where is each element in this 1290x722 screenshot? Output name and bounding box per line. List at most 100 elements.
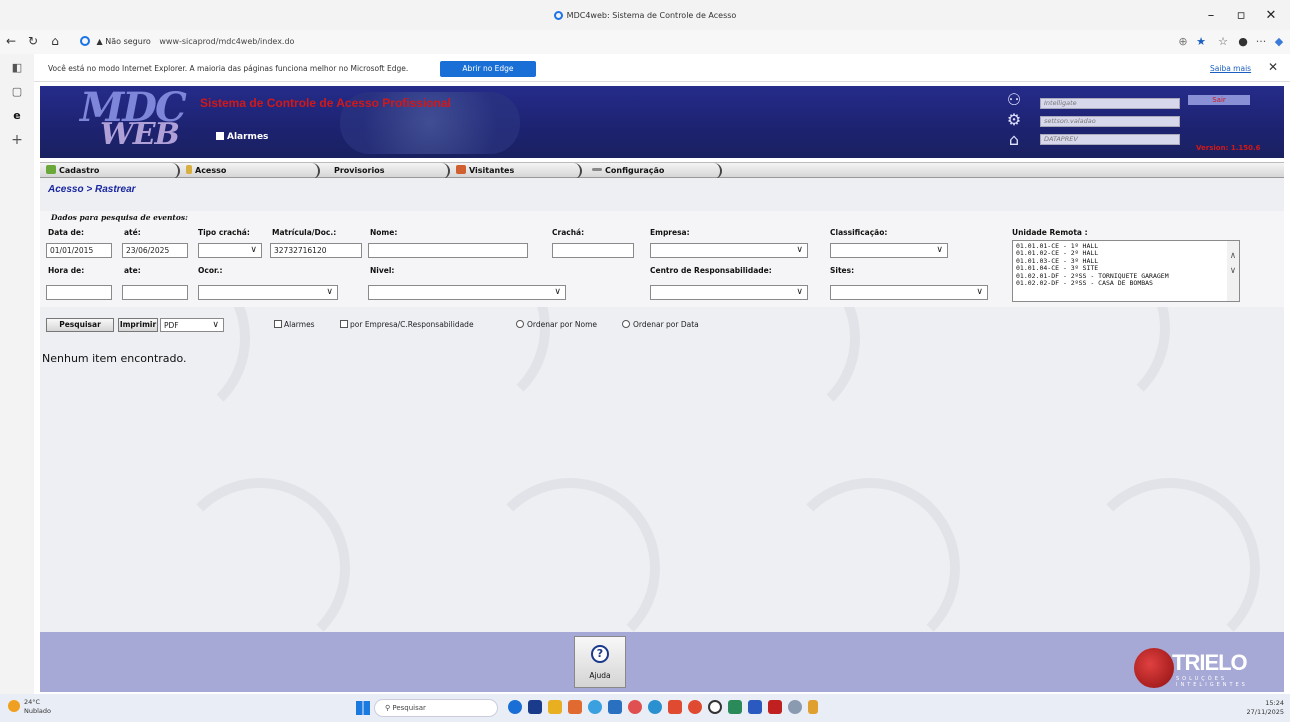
data-de-input[interactable]: 01/01/2015 bbox=[46, 243, 112, 258]
label-ate: até: bbox=[124, 228, 141, 237]
menu-configuracao[interactable]: Configuração bbox=[592, 165, 664, 177]
chevron-down-icon: ∨ bbox=[796, 287, 803, 297]
nivel-select[interactable]: ∨ bbox=[368, 285, 566, 300]
list-item[interactable]: 01.02.02-DF - 2ºSS - CASA DE BOMBAS bbox=[1016, 279, 1236, 287]
checkbox[interactable] bbox=[274, 320, 282, 328]
label-hora-de: Hora de: bbox=[48, 266, 85, 275]
pdf-taskbar-icon[interactable] bbox=[768, 700, 782, 714]
ordenar-nome-option[interactable]: Ordenar por Nome bbox=[516, 320, 597, 330]
ocor-select[interactable]: ∨ bbox=[198, 285, 338, 300]
tipo-cracha-select[interactable]: ∨ bbox=[198, 243, 262, 258]
menu-cadastro[interactable]: Cadastro bbox=[46, 165, 99, 177]
tab-icon[interactable]: ▢ bbox=[7, 82, 27, 102]
por-empresa-filter[interactable]: por Empresa/C.Responsabilidade bbox=[340, 320, 474, 330]
menu-separator bbox=[310, 163, 320, 179]
menu-separator bbox=[170, 163, 180, 179]
ordenar-data-option[interactable]: Ordenar por Data bbox=[622, 320, 699, 330]
centro-select[interactable]: ∨ bbox=[650, 285, 808, 300]
explorer-taskbar-icon[interactable] bbox=[548, 700, 562, 714]
ie-mode-icon bbox=[80, 36, 90, 46]
chevron-down-icon: ∨ bbox=[212, 320, 219, 330]
menu-acesso[interactable]: Acesso bbox=[186, 165, 226, 177]
alarmes-filter[interactable]: Alarmes bbox=[274, 320, 315, 330]
hora-ate-input[interactable] bbox=[122, 285, 188, 300]
radio[interactable] bbox=[516, 320, 524, 328]
back-icon[interactable]: ← bbox=[2, 32, 20, 50]
logout-button[interactable]: Sair bbox=[1188, 95, 1250, 105]
user-field-org: DATAPREV bbox=[1040, 134, 1180, 145]
store-taskbar-icon[interactable] bbox=[528, 700, 542, 714]
close-infobar-icon[interactable]: ✕ bbox=[1268, 60, 1278, 74]
app-taskbar-icon[interactable] bbox=[648, 700, 662, 714]
office-taskbar-icon[interactable] bbox=[668, 700, 682, 714]
home-icon[interactable]: ⌂ bbox=[46, 32, 64, 50]
settings-taskbar-icon[interactable] bbox=[788, 700, 802, 714]
label-sites: Sites: bbox=[830, 266, 855, 275]
chrome-taskbar-icon[interactable] bbox=[688, 700, 702, 714]
scroll-up-icon[interactable]: ∧ bbox=[1227, 251, 1239, 261]
favorites-icon[interactable]: ☆ bbox=[1214, 34, 1232, 50]
hora-de-input[interactable] bbox=[46, 285, 112, 300]
version-label: Version: 1.150.6 bbox=[1196, 144, 1261, 152]
app-header: MDC WEB Sistema de Controle de Acesso Pr… bbox=[40, 86, 1284, 158]
close-window-button[interactable]: ✕ bbox=[1256, 6, 1286, 26]
maximize-button[interactable]: ▫ bbox=[1226, 6, 1256, 26]
ate-input[interactable]: 23/06/2025 bbox=[122, 243, 188, 258]
alarmes-toggle[interactable]: Alarmes bbox=[216, 132, 268, 142]
weather-icon bbox=[8, 700, 20, 712]
learn-more-link[interactable]: Saiba mais bbox=[1210, 64, 1251, 73]
list-scrollbar[interactable]: ∧ ∨ bbox=[1227, 241, 1239, 301]
chat-taskbar-icon[interactable] bbox=[588, 700, 602, 714]
app-taskbar-icon[interactable] bbox=[708, 700, 722, 714]
cracha-input[interactable] bbox=[552, 243, 634, 258]
app-taskbar-icon[interactable] bbox=[748, 700, 762, 714]
app-taskbar-icon[interactable] bbox=[808, 700, 818, 714]
copilot-icon[interactable]: ◆ bbox=[1270, 34, 1288, 50]
menu-visitantes[interactable]: Visitantes bbox=[456, 165, 514, 177]
scroll-down-icon[interactable]: ∨ bbox=[1227, 267, 1239, 277]
format-select[interactable]: PDF ∨ bbox=[160, 318, 224, 332]
label-nome: Nome: bbox=[370, 228, 398, 237]
start-button-icon[interactable] bbox=[356, 701, 370, 715]
background-swirl bbox=[1080, 478, 1260, 632]
ie-tab-icon-active[interactable]: e bbox=[7, 106, 27, 126]
profile-icon[interactable]: ● bbox=[1234, 34, 1252, 50]
system-title: Sistema de Controle de Acesso Profission… bbox=[200, 96, 451, 110]
menu-provisorios[interactable]: Provisorios bbox=[334, 165, 384, 177]
app-taskbar-icon[interactable] bbox=[728, 700, 742, 714]
background-swirl bbox=[780, 478, 960, 632]
nome-input[interactable] bbox=[368, 243, 528, 258]
weather-widget[interactable]: 24°C Nublado bbox=[8, 698, 51, 716]
alarmes-checkbox[interactable] bbox=[216, 132, 224, 140]
open-in-edge-button[interactable]: Abrir no Edge bbox=[440, 61, 536, 77]
label-empresa: Empresa: bbox=[650, 228, 690, 237]
app-taskbar-icon[interactable] bbox=[568, 700, 582, 714]
chevron-down-icon: ∨ bbox=[936, 245, 943, 255]
label-tipo-cracha: Tipo crachá: bbox=[198, 228, 250, 237]
radio[interactable] bbox=[622, 320, 630, 328]
new-tab-icon[interactable]: + bbox=[7, 130, 27, 150]
edge-taskbar-icon[interactable] bbox=[508, 700, 522, 714]
empresa-select[interactable]: ∨ bbox=[650, 243, 808, 258]
taskbar-search[interactable]: ⚲ Pesquisar bbox=[374, 699, 498, 717]
menu-separator bbox=[440, 163, 450, 179]
help-button[interactable]: ? Ajuda bbox=[574, 636, 626, 688]
classificacao-select[interactable]: ∨ bbox=[830, 243, 948, 258]
url-field[interactable]: ▲ Não seguro www-sicaprod/mdc4web/index.… bbox=[80, 33, 1130, 51]
breadcrumb: Acesso > Rastrear bbox=[48, 184, 136, 195]
imprimir-button[interactable]: Imprimir bbox=[118, 318, 158, 332]
app-taskbar-icon[interactable] bbox=[628, 700, 642, 714]
sites-select[interactable]: ∨ bbox=[830, 285, 988, 300]
pesquisar-button[interactable]: Pesquisar bbox=[46, 318, 114, 332]
app-taskbar-icon[interactable] bbox=[608, 700, 622, 714]
matricula-input[interactable]: 32732716120 bbox=[270, 243, 362, 258]
zoom-icon[interactable]: ⊕ bbox=[1174, 34, 1192, 50]
refresh-icon[interactable]: ↻ bbox=[24, 32, 42, 50]
checkbox[interactable] bbox=[340, 320, 348, 328]
system-clock[interactable]: 15:24 27/11/2025 bbox=[1240, 699, 1284, 717]
minimize-button[interactable]: – bbox=[1196, 6, 1226, 26]
more-icon[interactable]: ··· bbox=[1252, 34, 1270, 50]
unidade-remota-list[interactable]: 01.01.01-CE - 1º HALL 01.01.02-CE - 2º H… bbox=[1012, 240, 1240, 302]
tab-actions-icon[interactable]: ◧ bbox=[7, 58, 27, 78]
favorite-star-icon[interactable]: ★ bbox=[1192, 34, 1210, 50]
